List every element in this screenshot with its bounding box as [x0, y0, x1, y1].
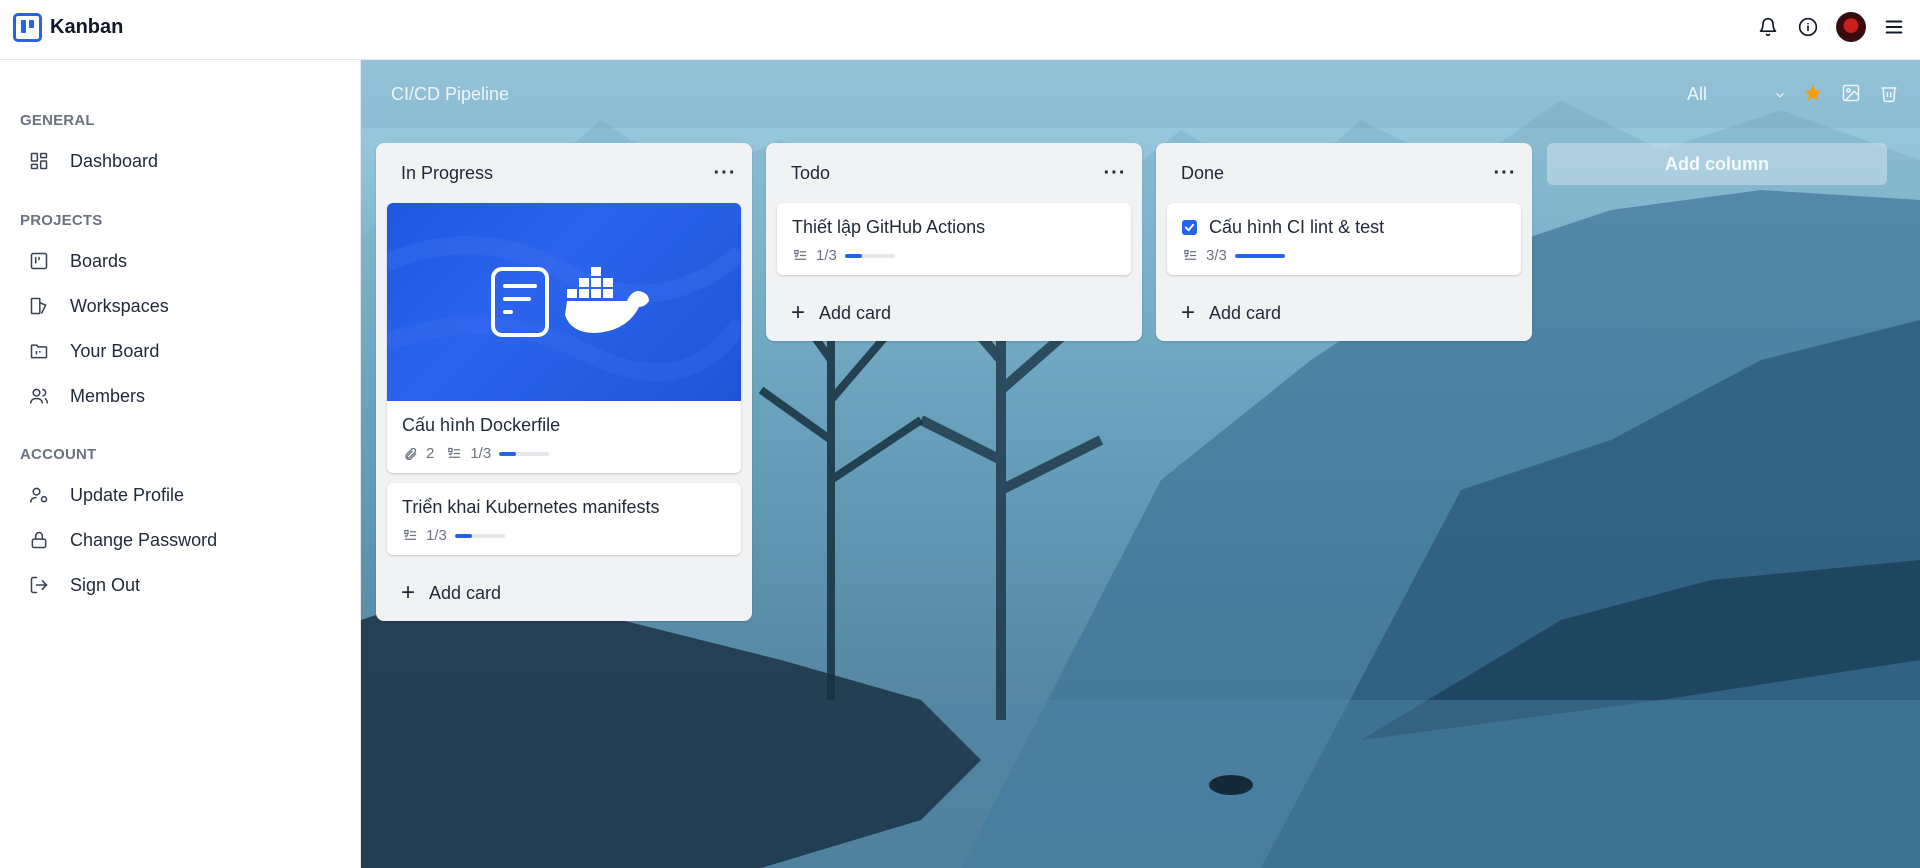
sidebar-item-boards[interactable]: Boards	[28, 247, 127, 275]
top-bar: Kanban	[0, 0, 1920, 60]
kanban-logo-icon	[13, 13, 42, 42]
section-projects: PROJECTS	[20, 212, 103, 229]
brand[interactable]: Kanban	[13, 13, 123, 42]
image-icon[interactable]	[1840, 82, 1862, 104]
star-icon[interactable]	[1802, 82, 1824, 104]
folder-icon	[28, 340, 50, 362]
card-cover-image	[387, 203, 741, 401]
add-card-button[interactable]: + Add card	[766, 285, 1142, 341]
sidebar-item-label: Change Password	[70, 529, 218, 550]
checklist-progress	[499, 451, 550, 456]
checklist-icon	[792, 248, 808, 264]
plus-icon: +	[791, 299, 806, 326]
card-title: Triển khai Kubernetes manifests	[402, 497, 660, 517]
column-title[interactable]: In Progress	[401, 163, 493, 184]
checklist-icon	[1182, 248, 1198, 264]
checklist-count: 3/3	[1206, 247, 1227, 264]
checklist-count: 1/3	[470, 445, 492, 462]
dashboard-icon	[28, 150, 50, 172]
column-title[interactable]: Done	[1181, 163, 1224, 184]
column-in-progress: In Progress ··· Cấu hình Dockerfile 2 1/…	[376, 143, 752, 621]
board-filter-select[interactable]: All	[1687, 84, 1787, 105]
top-actions	[1740, 12, 1906, 42]
sidebar-item-label: Your Board	[70, 340, 160, 361]
filter-value: All	[1687, 84, 1708, 104]
sidebar-item-sign-out[interactable]: Sign Out	[28, 571, 140, 599]
sidebar-item-change-password[interactable]: Change Password	[28, 526, 217, 554]
add-card-button[interactable]: + Add card	[376, 565, 752, 621]
column-done: Done ··· Cấu hình CI lint & test 3/3 + A…	[1156, 143, 1532, 341]
workspaces-icon	[28, 295, 50, 317]
section-general: GENERAL	[20, 112, 95, 129]
card-title: Thiết lập GitHub Actions	[792, 217, 986, 237]
add-card-button[interactable]: + Add card	[1156, 285, 1532, 341]
info-icon[interactable]	[1796, 15, 1820, 39]
card-meta: 2 1/3	[402, 445, 726, 462]
column-header: Todo ···	[766, 143, 1142, 203]
card[interactable]: Triển khai Kubernetes manifests 1/3	[387, 483, 741, 555]
avatar[interactable]	[1836, 12, 1866, 42]
checklist-progress	[1234, 253, 1285, 258]
docker-icon	[387, 236, 741, 382]
add-card-label: Add card	[1209, 302, 1282, 323]
section-account: ACCOUNT	[20, 446, 97, 463]
checklist-progress	[844, 253, 895, 258]
sidebar-item-label: Sign Out	[70, 574, 141, 595]
more-horizontal-icon[interactable]: ···	[1492, 162, 1518, 184]
card-meta: 1/3	[402, 527, 726, 544]
sign-out-icon	[28, 574, 50, 596]
sidebar-item-dashboard[interactable]: Dashboard	[28, 147, 158, 175]
sidebar-item-label: Dashboard	[70, 150, 159, 171]
sidebar-item-members[interactable]: Members	[28, 382, 145, 410]
chevron-down-icon	[1776, 92, 1784, 98]
menu-icon[interactable]	[1882, 15, 1906, 39]
plus-icon: +	[401, 579, 416, 606]
members-icon	[28, 385, 50, 407]
board-title[interactable]: CI/CD Pipeline	[391, 84, 509, 105]
sidebar-item-label: Workspaces	[70, 295, 169, 316]
sidebar-item-label: Update Profile	[70, 484, 185, 505]
user-settings-icon	[28, 484, 50, 506]
more-horizontal-icon[interactable]: ···	[1102, 162, 1128, 184]
sidebar-item-workspaces[interactable]: Workspaces	[28, 292, 169, 320]
more-horizontal-icon[interactable]: ···	[712, 162, 738, 184]
add-column-button[interactable]: Add column	[1547, 143, 1887, 185]
checklist-progress	[454, 533, 505, 538]
plus-icon: +	[1181, 299, 1196, 326]
sidebar-item-label: Members	[70, 385, 146, 406]
boards-icon	[28, 250, 50, 272]
card-title: Cấu hình CI lint & test	[1209, 217, 1385, 237]
board-canvas: CI/CD Pipeline All In Progress ··· Cấu h…	[361, 60, 1920, 868]
app-name: Kanban	[50, 16, 124, 38]
card-meta: 3/3	[1182, 247, 1506, 264]
column-title[interactable]: Todo	[791, 163, 830, 184]
board-header: CI/CD Pipeline All	[361, 60, 1920, 128]
card-title: Cấu hình Dockerfile	[402, 415, 561, 435]
attachment-count: 2	[426, 445, 435, 462]
column-header: Done ···	[1156, 143, 1532, 203]
bell-icon[interactable]	[1756, 15, 1780, 39]
card[interactable]: Cấu hình Dockerfile 2 1/3	[387, 203, 741, 473]
add-card-label: Add card	[429, 582, 502, 603]
completed-checkbox[interactable]	[1182, 219, 1197, 235]
lock-icon	[28, 529, 50, 551]
sidebar-item-your-board[interactable]: Your Board	[28, 337, 159, 365]
sidebar-item-update-profile[interactable]: Update Profile	[28, 481, 184, 509]
trash-icon[interactable]	[1878, 82, 1900, 104]
checklist-count: 1/3	[426, 527, 447, 544]
column-todo: Todo ··· Thiết lập GitHub Actions 1/3 + …	[766, 143, 1142, 341]
sidebar: GENERAL Dashboard PROJECTS Boards Worksp…	[0, 60, 361, 868]
card[interactable]: Cấu hình CI lint & test 3/3	[1167, 203, 1521, 275]
card[interactable]: Thiết lập GitHub Actions 1/3	[777, 203, 1131, 275]
checklist-count: 1/3	[816, 247, 837, 264]
add-card-label: Add card	[819, 302, 892, 323]
column-header: In Progress ···	[376, 143, 752, 203]
checklist-icon	[402, 528, 418, 544]
sidebar-item-label: Boards	[70, 250, 128, 271]
paperclip-icon	[402, 446, 418, 462]
card-meta: 1/3	[792, 247, 1116, 264]
checklist-icon	[446, 446, 462, 462]
card-title-row: Cấu hình CI lint & test	[1182, 216, 1506, 238]
